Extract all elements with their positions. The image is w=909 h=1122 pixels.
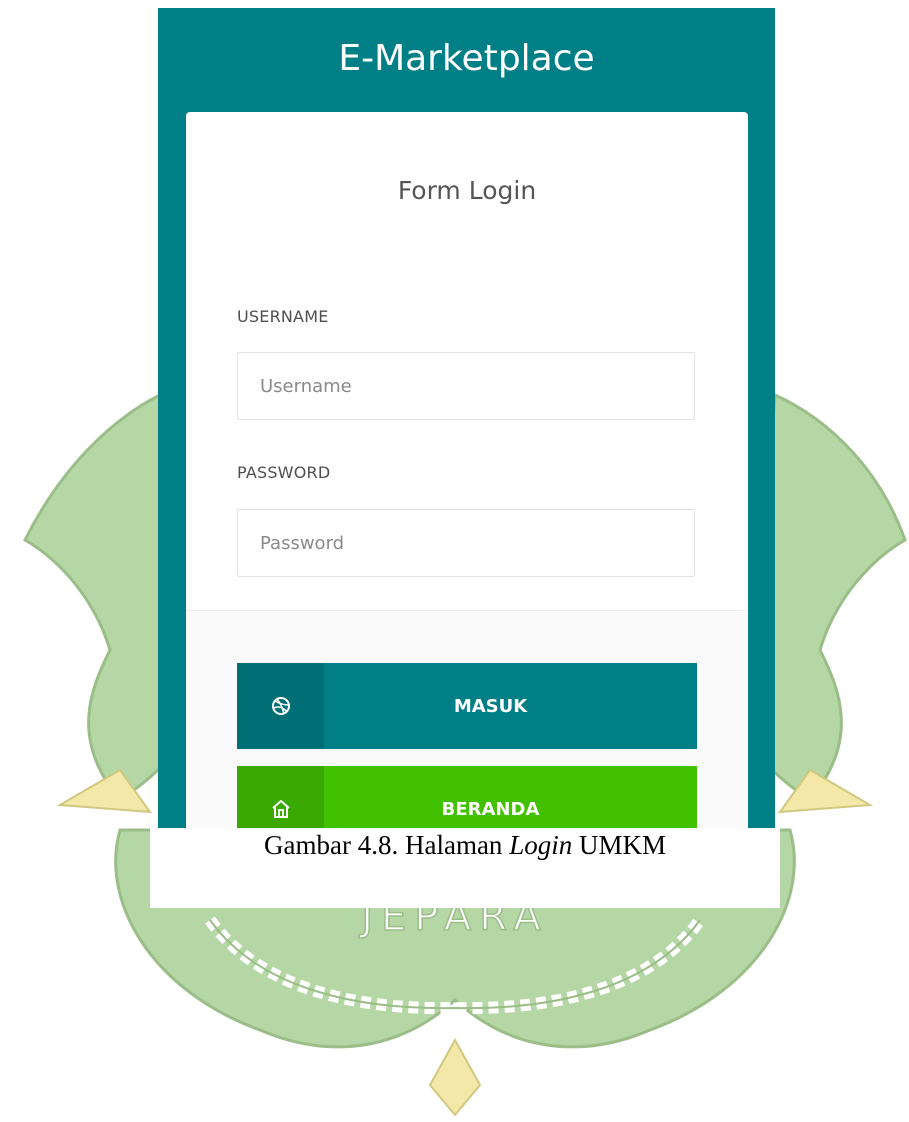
dribbble-icon bbox=[237, 663, 324, 749]
password-label: PASSWORD bbox=[237, 463, 331, 482]
password-input[interactable] bbox=[237, 509, 695, 577]
login-window: E-Marketplace Form Login USERNAME PASSWO… bbox=[158, 8, 775, 828]
app-title: E-Marketplace bbox=[338, 37, 595, 79]
caption-emphasis: Login bbox=[509, 830, 573, 860]
figure-caption-box: Gambar 4.8. Halaman Login UMKM bbox=[150, 828, 780, 908]
caption-prefix: Gambar 4.8. Halaman bbox=[264, 830, 510, 860]
figure-caption: Gambar 4.8. Halaman Login UMKM bbox=[150, 830, 780, 861]
masuk-button[interactable]: MASUK bbox=[237, 663, 697, 749]
seal-bottom-tip bbox=[428, 1037, 482, 1117]
form-title: Form Login bbox=[397, 176, 537, 205]
beranda-button[interactable]: BERANDA bbox=[237, 766, 697, 828]
login-card: Form Login USERNAME PASSWORD MASUK bbox=[186, 112, 748, 828]
masuk-button-label: MASUK bbox=[453, 695, 528, 717]
username-input[interactable] bbox=[237, 352, 695, 420]
form-actions: MASUK BERANDA bbox=[186, 610, 748, 828]
home-icon bbox=[237, 766, 324, 828]
beranda-button-label: BERANDA bbox=[441, 798, 540, 820]
username-label: USERNAME bbox=[237, 307, 329, 326]
caption-suffix: UMKM bbox=[572, 830, 666, 860]
